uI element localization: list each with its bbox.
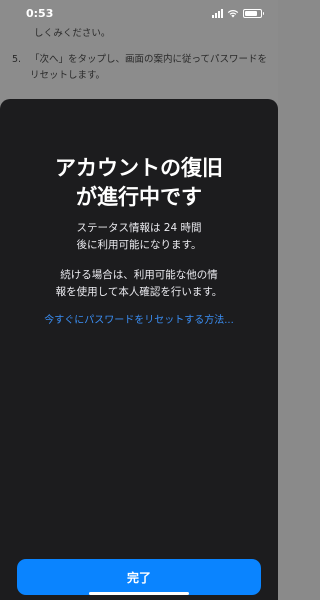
background-document: しくみください。 5. 「次へ」をタップし、画面の案内に従ってパスワードをリセッ…	[0, 26, 278, 106]
background-step: 5. 「次へ」をタップし、画面の案内に従ってパスワードをリセットします。	[12, 52, 274, 84]
reset-password-link[interactable]: 今すぐにパスワードをリセットする方法...	[0, 314, 278, 328]
status-availability-text: ステータス情報は 24 時間 後に利用可能になります。	[40, 220, 238, 254]
background-text-line: しくみください。	[34, 28, 111, 39]
continue-info-line-1: 続ける場合は、利用可能な他の情	[60, 269, 218, 281]
status-availability-line-2: 後に利用可能になります。	[76, 239, 202, 251]
status-time: 0:53	[26, 6, 54, 20]
recovery-sheet: アカウントの復旧 が進行中です ステータス情報は 24 時間 後に利用可能になり…	[0, 99, 278, 600]
battery-icon	[243, 8, 264, 18]
sheet-title-line-1: アカウントの復旧	[55, 156, 223, 180]
screen: 0:53 しくみください。 5. 「次へ」をタップし、画面の案内に従ってパスワー…	[0, 0, 278, 600]
status-availability-line-1: ステータス情報は 24 時間	[76, 222, 202, 234]
home-indicator	[89, 592, 189, 595]
status-icons	[212, 8, 264, 18]
done-button[interactable]: 完了	[17, 559, 261, 595]
sheet-title: アカウントの復旧 が進行中です	[0, 154, 278, 212]
continue-info-text: 続ける場合は、利用可能な他の情 報を使用して本人確認を行います。	[40, 267, 238, 301]
background-step-number: 5.	[12, 54, 22, 65]
wifi-icon	[227, 9, 239, 17]
status-bar: 0:53	[0, 0, 278, 26]
background-step-text: 「次へ」をタップし、画面の案内に従ってパスワードをリセットします。	[30, 54, 268, 81]
sheet-title-line-2: が進行中です	[76, 185, 202, 209]
cellular-signal-icon	[212, 8, 223, 18]
continue-info-line-2: 報を使用して本人確認を行います。	[55, 286, 223, 298]
